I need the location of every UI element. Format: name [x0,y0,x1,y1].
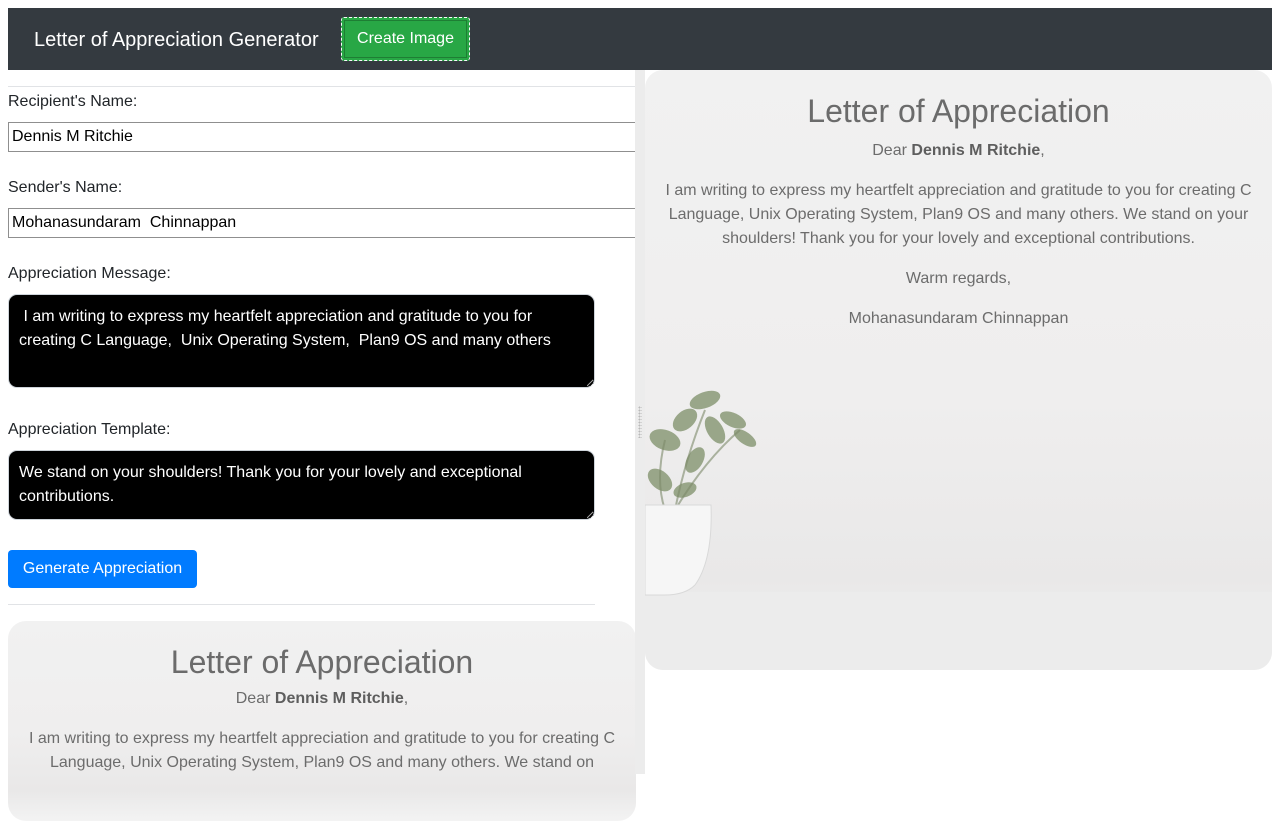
appreciation-message-textarea[interactable]: I am writing to express my heartfelt app… [8,294,595,388]
appreciation-template-label: Appreciation Template: [8,421,171,438]
letter-sender-name: Mohanasundaram Chinnappan [848,310,1069,327]
plant-image-icon [645,390,757,596]
recipient-name-input[interactable] [8,122,636,152]
preview-letter-body: I am writing to express my heartfelt app… [28,730,616,771]
letter-closing: Warm regards, [905,270,1012,287]
form-top-divider [8,86,636,87]
preview-greeting-comma: , [403,690,409,707]
preview-recipient-name: Dennis M Ritchie [274,690,404,707]
top-navbar: Letter of Appreciation Generator Create … [8,8,1272,70]
recipient-name-label: Recipient's Name: [8,93,138,110]
create-image-button[interactable]: Create Image [341,17,470,61]
appreciation-message-label: Appreciation Message: [8,265,171,282]
generate-appreciation-button[interactable]: Generate Appreciation [8,550,197,588]
letter-greeting-comma: , [1040,142,1045,159]
preview-greeting-dear: Dear [235,690,271,707]
sender-name-label: Sender's Name: [8,179,123,196]
letter-recipient-name: Dennis M Ritchie [911,142,1041,159]
appreciation-template-textarea[interactable]: We stand on your shoulders! Thank you fo… [8,450,595,520]
form-bottom-divider [8,604,595,605]
app-title: Letter of Appreciation Generator [34,29,319,51]
letter-card: Letter of Appreciation Dear Dennis M Rit… [645,70,1272,670]
letter-title: Letter of Appreciation [807,93,1110,129]
appreciation-form: Recipient's Name: Sender's Name: Appreci… [8,70,636,821]
preview-greeting: Dear Dennis M Ritchie, [8,687,636,711]
letter-preview-card: Letter of Appreciation Dear Dennis M Rit… [8,621,636,821]
letter-greeting-dear: Dear [872,142,907,159]
letter-body: I am writing to express my heartfelt app… [665,182,1252,247]
preview-letter-title: Letter of Appreciation [170,644,474,680]
letter-greeting: Dear Dennis M Ritchie, [645,139,1272,163]
splitter-grip-icon[interactable] [638,406,642,438]
sender-name-input[interactable] [8,208,636,238]
